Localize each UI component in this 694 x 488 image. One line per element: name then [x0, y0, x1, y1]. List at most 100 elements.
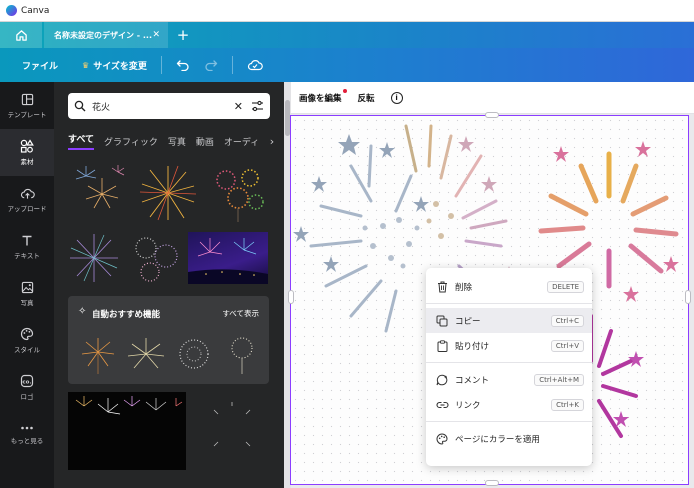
- recommend-thumbnail[interactable]: [172, 332, 216, 376]
- sidebar-item-styles[interactable]: スタイル: [0, 317, 54, 364]
- resize-handle[interactable]: [685, 290, 691, 304]
- redo-button[interactable]: [204, 59, 218, 71]
- menu-item-copy[interactable]: コピー Ctrl+C: [426, 308, 592, 333]
- resize-handle[interactable]: [485, 480, 499, 486]
- menu-item-delete[interactable]: 削除 DELETE: [426, 274, 592, 299]
- sidebar-item-more[interactable]: もっと見る: [0, 411, 54, 458]
- menu-item-paste[interactable]: 貼り付け Ctrl+V: [426, 333, 592, 358]
- toolbar-divider: [231, 56, 233, 74]
- canva-logo-icon: [6, 5, 17, 16]
- window-titlebar: Canva: [0, 0, 694, 22]
- sidebar-item-label: ロゴ: [20, 393, 34, 401]
- firework-graphic-thumbnail[interactable]: [196, 392, 268, 470]
- comment-icon: [435, 373, 449, 387]
- filter-sliders-icon[interactable]: [251, 100, 264, 112]
- co-logo-icon: co.: [20, 374, 34, 388]
- sidebar-item-uploads[interactable]: アップロード: [0, 176, 54, 223]
- color-palette-icon: [435, 432, 449, 446]
- shortcut-badge: Ctrl+Alt+M: [534, 373, 584, 386]
- recommend-title: 自動おすすめ機能: [92, 310, 161, 320]
- firework-graphic-thumbnail[interactable]: [66, 230, 124, 288]
- panel-scrollbar-thumb[interactable]: [285, 100, 290, 136]
- firework-graphic-thumbnail[interactable]: [66, 164, 128, 222]
- tab-all[interactable]: すべて: [68, 132, 95, 150]
- sidebar-item-templates[interactable]: テンプレート: [0, 82, 54, 129]
- tab-close-icon[interactable]: ✕: [152, 30, 160, 40]
- menu-separator: [426, 362, 592, 363]
- recommend-thumbnail[interactable]: [76, 332, 120, 376]
- layout-icon: [21, 93, 33, 105]
- notification-dot: [342, 88, 347, 93]
- firework-graphic-thumbnail[interactable]: [136, 162, 200, 224]
- sidebar-item-label: テキスト: [14, 251, 40, 260]
- tab-graphics[interactable]: グラフィック: [104, 135, 158, 148]
- tab-photos[interactable]: 写真: [168, 135, 186, 148]
- menu-item-label: コピー: [455, 316, 481, 327]
- cloud-upload-icon: [20, 188, 35, 199]
- recommend-thumbnail[interactable]: [124, 332, 168, 376]
- resize-handle[interactable]: [485, 112, 499, 118]
- tab-design-label: 名称未設定のデザイン - ...: [54, 30, 153, 40]
- menu-separator: [426, 303, 592, 304]
- shortcut-badge: Ctrl+C: [550, 314, 584, 327]
- sidebar-nav: テンプレート 素材 アップロード テキスト 写真 スタイル co. ロゴ もっと…: [0, 82, 54, 488]
- text-t-icon: [22, 235, 32, 245]
- edit-image-label: 画像を編集: [299, 93, 342, 104]
- clipboard-icon: [435, 339, 449, 353]
- firework-photo-thumbnail[interactable]: [188, 232, 268, 284]
- palette-icon: [20, 327, 34, 341]
- filter-tabs: すべて グラフィック 写真 動画 オーディオ: [68, 130, 284, 152]
- sidebar-item-photos[interactable]: 写真: [0, 270, 54, 317]
- file-menu-label: ファイル: [22, 61, 59, 72]
- editor-toolbar: ファイル ♛ サイズを変更: [0, 48, 694, 82]
- shortcut-badge: Ctrl+K: [551, 398, 584, 411]
- menu-item-apply-colors[interactable]: ページにカラーを適用: [426, 426, 592, 451]
- search-input[interactable]: [92, 101, 234, 111]
- menu-item-label: リンク: [455, 400, 481, 411]
- firework-graphic-thumbnail[interactable]: [126, 230, 184, 288]
- menu-item-link[interactable]: リンク Ctrl+K: [426, 392, 592, 417]
- filter-tabs-next-icon[interactable]: ›: [260, 131, 284, 151]
- save-status-button[interactable]: [247, 59, 263, 71]
- elements-panel: ✕ すべて グラフィック 写真 動画 オーディオ ›: [54, 82, 284, 488]
- clear-search-icon[interactable]: ✕: [234, 100, 243, 113]
- firework-photo-thumbnail[interactable]: [68, 392, 186, 470]
- info-icon[interactable]: i: [390, 91, 403, 104]
- svg-text:co.: co.: [22, 379, 31, 385]
- tab-videos[interactable]: 動画: [196, 135, 214, 148]
- shortcut-badge: DELETE: [547, 280, 584, 293]
- sidebar-item-label: 素材: [20, 158, 34, 166]
- sidebar-item-elements[interactable]: 素材: [0, 129, 54, 176]
- recommend-thumbnail[interactable]: [220, 332, 264, 376]
- flip-button[interactable]: 反転: [358, 92, 375, 104]
- resize-label: サイズを変更: [93, 61, 147, 72]
- file-menu-button[interactable]: ファイル: [22, 59, 58, 72]
- resize-handle[interactable]: [288, 290, 294, 304]
- sidebar-item-label: もっと見る: [10, 437, 44, 445]
- sidebar-item-logos[interactable]: co. ロゴ: [0, 364, 54, 411]
- sidebar-item-label: テンプレート: [7, 110, 47, 119]
- link-icon: [435, 398, 449, 412]
- search-box: ✕: [68, 93, 270, 119]
- firework-graphic-thumbnail[interactable]: [208, 162, 270, 224]
- home-button[interactable]: [0, 22, 42, 48]
- tab-design[interactable]: 名称未設定のデザイン - ... ✕: [44, 22, 168, 48]
- image-icon: [21, 281, 33, 293]
- shapes-icon: [20, 139, 34, 153]
- cloud-check-icon: [247, 60, 263, 71]
- more-dots-icon: [21, 426, 33, 430]
- edit-image-button[interactable]: 画像を編集: [299, 88, 347, 104]
- new-tab-button[interactable]: +: [168, 22, 198, 48]
- resize-button[interactable]: ♛ サイズを変更: [82, 59, 147, 72]
- sidebar-item-text[interactable]: テキスト: [0, 223, 54, 270]
- undo-button[interactable]: [176, 59, 190, 71]
- context-menu: 削除 DELETE コピー Ctrl+C 貼り付け Ctrl+V コメント Ct…: [426, 268, 592, 466]
- recommend-card: ✧ 自動おすすめ機能 すべて表示: [68, 296, 269, 384]
- see-all-link[interactable]: すべて表示: [222, 308, 259, 319]
- window-title: Canva: [21, 5, 50, 16]
- sidebar-item-label: アップロード: [7, 204, 47, 213]
- sparkle-icon: ✧: [78, 306, 87, 317]
- panel-scrollbar[interactable]: [284, 82, 291, 488]
- copy-icon: [435, 314, 449, 328]
- menu-item-comment[interactable]: コメント Ctrl+Alt+M: [426, 367, 592, 392]
